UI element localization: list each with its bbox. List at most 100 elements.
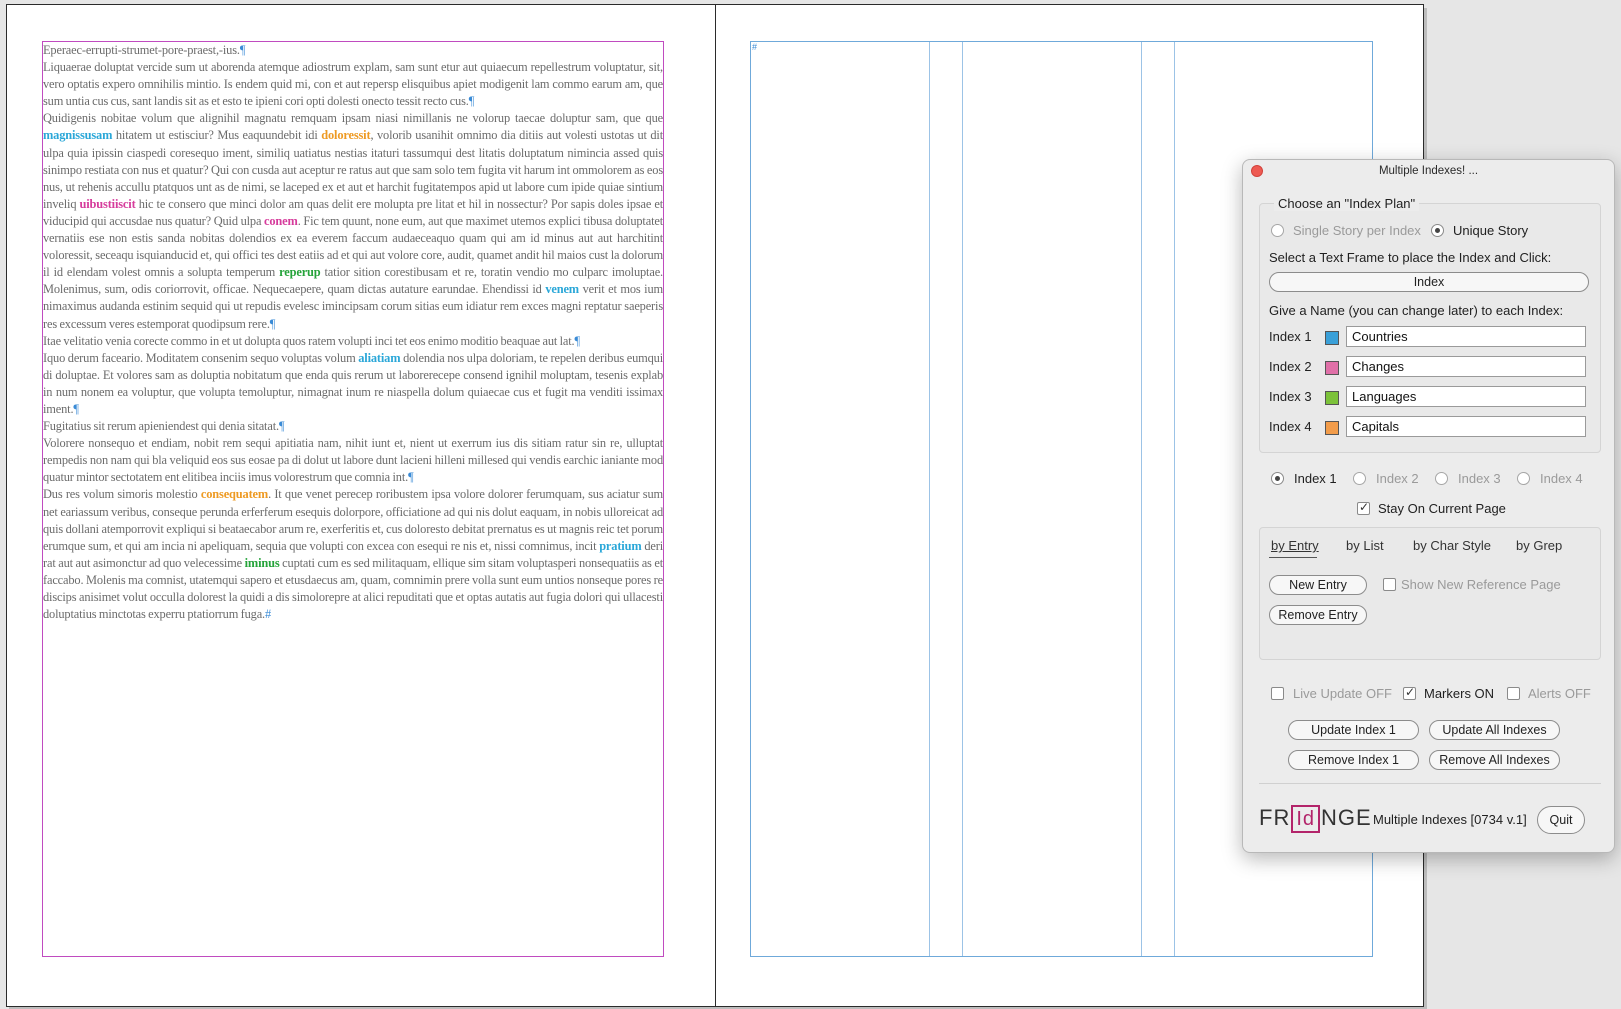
- story-run: Itae velitatio venia corecte commo in et…: [43, 333, 575, 348]
- column-guide: [962, 42, 963, 956]
- tab-by-entry[interactable]: by Entry: [1271, 538, 1319, 553]
- pilcrow-mark: ¶: [269, 316, 276, 331]
- story-paragraph: Itae velitatio venia corecte commo in et…: [43, 333, 663, 350]
- story-text: Eperaec-errupti-strumet-pore-praest,-ius…: [43, 42, 663, 623]
- index-2-color-swatch: [1325, 361, 1339, 375]
- alerts-label: Alerts OFF: [1528, 686, 1591, 701]
- story-paragraph: Iquo derum facea­rio. Moditatem consenim…: [43, 350, 663, 418]
- index-4-color-swatch: [1325, 421, 1339, 435]
- remove-index-button[interactable]: Remove Index 1: [1288, 750, 1419, 770]
- story-run: Fugitatius sit rerum apieniendest qui de…: [43, 419, 279, 434]
- pilcrow-mark: ¶: [278, 419, 285, 434]
- story-run: Iquo derum facea­rio. Moditatem consenim…: [43, 350, 359, 365]
- index-entry-word: aliatiam: [358, 350, 401, 365]
- spread-spine: [715, 5, 716, 1006]
- stay-on-page-label: Stay On Current Page: [1378, 501, 1506, 516]
- logo-prefix: FR: [1259, 805, 1291, 830]
- version-text: Multiple Indexes [0734 v.1]: [1373, 812, 1527, 827]
- logo-id-box: Id: [1291, 805, 1321, 833]
- panel-divider: [1259, 783, 1601, 784]
- select-index-3-label: Index 3: [1458, 471, 1501, 486]
- column-guide: [929, 42, 930, 956]
- index-entry-word: doloressit: [321, 128, 371, 143]
- index-entry-word: iminus: [244, 555, 280, 570]
- index-entry-word: venem: [545, 282, 579, 297]
- select-index-2-label: Index 2: [1376, 471, 1419, 486]
- index-button[interactable]: Index: [1269, 272, 1589, 292]
- quit-button[interactable]: Quit: [1537, 806, 1585, 834]
- story-paragraph: Volorere nonsequo et endiam, nobit rem s…: [43, 435, 663, 486]
- index-1-name-field[interactable]: Countries: [1346, 326, 1586, 347]
- panel-title: Multiple Indexes! ...: [1378, 165, 1479, 177]
- frame-start-mark: #: [752, 42, 758, 52]
- story-run: hitatem ut estisciur? Mus eaquundebit id…: [112, 128, 322, 143]
- give-name-text: Give a Name (you can change later) to ea…: [1269, 303, 1564, 318]
- story-paragraph: Eperaec-errupti-strumet-pore-praest,-ius…: [43, 42, 663, 59]
- live-update-label: Live Update OFF: [1293, 686, 1392, 701]
- index-entry-word: consequatem: [200, 487, 269, 502]
- pilcrow-mark: ¶: [468, 94, 475, 109]
- story-paragraph: Dus res volum simoris molestio consequat…: [43, 486, 663, 623]
- index-plan-label: Choose an "Index Plan": [1274, 196, 1420, 211]
- select-index-4-label: Index 4: [1540, 471, 1583, 486]
- index-entry-word: pratium: [599, 538, 642, 553]
- column-guide: [1174, 42, 1175, 956]
- story-run: Liquaerae doluptat vercide sum ut aboren…: [43, 60, 663, 109]
- index-2-name-field[interactable]: Changes: [1346, 356, 1586, 377]
- story-run: Eperaec-errupti-strumet-pore-praest,-ius…: [43, 43, 240, 57]
- index-entry-word: magnissusam: [43, 128, 113, 143]
- index-1-color-swatch: [1325, 331, 1339, 345]
- column-guide: [1141, 42, 1142, 956]
- story-paragraph: Liquaerae doluptat vercide sum ut aboren…: [43, 59, 663, 110]
- plan-single-story-label: Single Story per Index: [1293, 223, 1421, 238]
- plan-unique-story-label: Unique Story: [1453, 223, 1529, 238]
- markers-label: Markers ON: [1424, 686, 1495, 701]
- active-tab-underline: [1269, 557, 1317, 558]
- show-new-ref-checkbox[interactable]: [1383, 578, 1396, 591]
- index-2-label: Index 2: [1269, 359, 1312, 374]
- tab-by-char-style[interactable]: by Char Style: [1413, 538, 1491, 553]
- index-3-label: Index 3: [1269, 389, 1312, 404]
- index-3-name-field[interactable]: Languages: [1346, 386, 1586, 407]
- remove-all-indexes-button[interactable]: Remove All Indexes: [1429, 750, 1560, 770]
- index-1-label: Index 1: [1269, 329, 1312, 344]
- alerts-checkbox[interactable]: [1507, 687, 1520, 700]
- story-paragraph: Fugitatius sit rerum apieniendest qui de…: [43, 418, 663, 435]
- markers-checkbox[interactable]: [1403, 685, 1416, 700]
- index-entry-word: uibustiiscit: [79, 196, 136, 211]
- story-run: Volorere nonsequo et endiam, nobit rem s…: [43, 436, 663, 485]
- select-index-1-radio[interactable]: [1271, 472, 1284, 485]
- story-paragraph: Quidigenis nobitae volum que alignihil m…: [43, 110, 663, 332]
- index-3-color-swatch: [1325, 391, 1339, 405]
- update-all-indexes-button[interactable]: Update All Indexes: [1429, 720, 1560, 740]
- live-update-checkbox[interactable]: [1271, 687, 1284, 700]
- tab-by-list[interactable]: by List: [1346, 538, 1384, 553]
- update-index-button[interactable]: Update Index 1: [1288, 720, 1419, 740]
- multiple-indexes-panel: Multiple Indexes! ... Choose an "Index P…: [1242, 159, 1615, 853]
- pilcrow-mark: #: [265, 607, 272, 622]
- index-entry-word: conem: [264, 213, 298, 228]
- index-4-label: Index 4: [1269, 419, 1312, 434]
- plan-unique-story-radio[interactable]: [1431, 224, 1444, 237]
- select-index-1-label: Index 1: [1294, 471, 1337, 486]
- new-entry-button[interactable]: New Entry: [1269, 575, 1367, 595]
- index-4-name-field[interactable]: Capitals: [1346, 416, 1586, 437]
- close-icon[interactable]: [1251, 165, 1263, 177]
- stay-on-page-checkbox[interactable]: [1357, 500, 1370, 515]
- story-run: Quidigenis nobitae volum que alignihil m…: [43, 111, 663, 126]
- index-entry-word: reperup: [279, 265, 321, 280]
- story-text-frame[interactable]: Eperaec-errupti-strumet-pore-praest,-ius…: [42, 41, 664, 957]
- show-new-ref-label: Show New Reference Page: [1401, 577, 1561, 592]
- pilcrow-mark: ¶: [73, 401, 79, 416]
- select-frame-text: Select a Text Frame to place the Index a…: [1269, 250, 1552, 265]
- fringe-logo: FR Id NGE: [1259, 805, 1372, 835]
- pilcrow-mark: ¶: [574, 333, 581, 348]
- select-index-4-radio[interactable]: [1517, 472, 1530, 485]
- tab-by-grep[interactable]: by Grep: [1516, 538, 1562, 553]
- story-run: Dus res volum simoris molestio: [43, 487, 201, 502]
- select-index-2-radio[interactable]: [1353, 472, 1366, 485]
- remove-entry-button[interactable]: Remove Entry: [1269, 605, 1367, 625]
- plan-single-story-radio[interactable]: [1271, 224, 1284, 237]
- select-index-3-radio[interactable]: [1435, 472, 1448, 485]
- pilcrow-mark: ¶: [408, 470, 414, 485]
